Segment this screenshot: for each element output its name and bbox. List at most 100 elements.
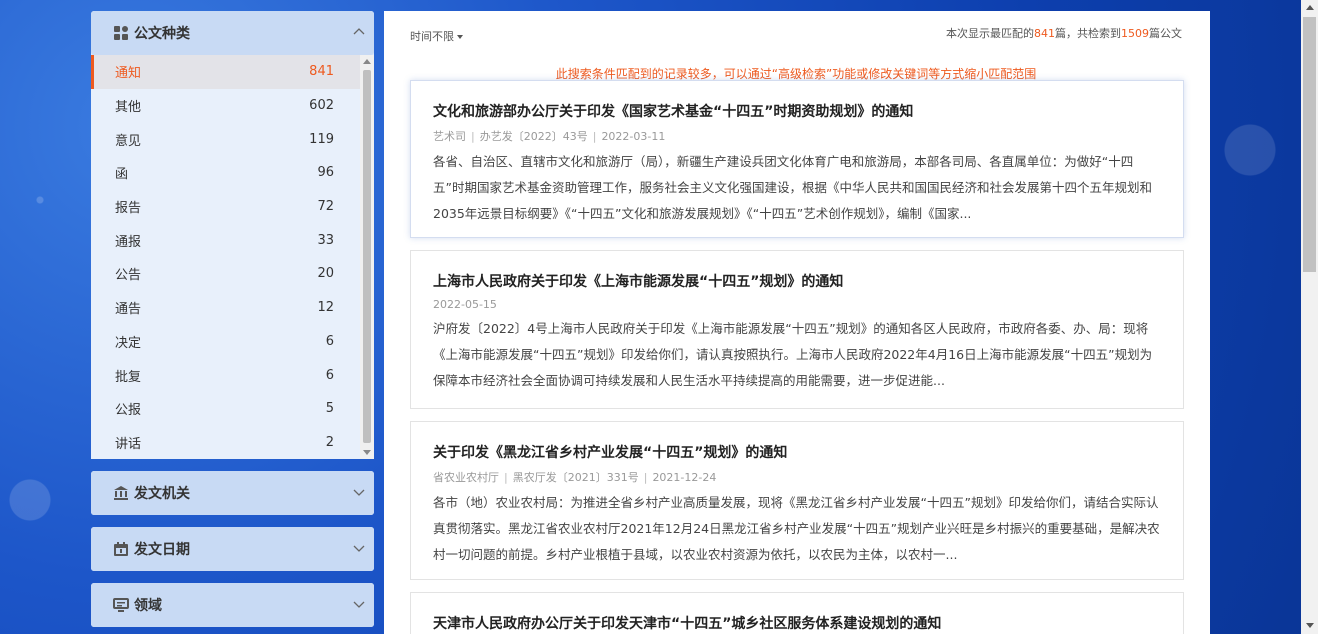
doc-type-panel: 公文种类 通知 841 其他 602 意见 119 函 96 报告 72 通报 33 公告 20 通告 12 决… [91, 11, 374, 459]
category-label: 通报 [115, 234, 142, 250]
category-count: 72 [317, 199, 334, 215]
result-title-link[interactable]: 天津市人民政府办公厅关于印发天津市“十四五”城乡社区服务体系建设规划的通知 [433, 613, 1161, 633]
scroll-up-icon[interactable] [1306, 5, 1314, 10]
category-count: 96 [317, 165, 334, 181]
category-item[interactable]: 通知 841 [91, 55, 374, 89]
shown-count: 841 [1034, 27, 1055, 40]
result-title-link[interactable]: 上海市人民政府关于印发《上海市能源发展“十四五”规划》的通知 [433, 271, 1161, 291]
doc-type-list: 通知 841 其他 602 意见 119 函 96 报告 72 通报 33 公告 20 通告 12 决定 6 批复 6… [91, 55, 374, 459]
result-card[interactable]: 关于印发《黑龙江省乡村产业发展“十四五”规划》的通知省农业农村厅 | 黑农厅发〔20… [410, 421, 1184, 580]
category-item[interactable]: 公报 5 [91, 392, 374, 426]
result-card[interactable]: 天津市人民政府办公厅关于印发天津市“十四五”城乡社区服务体系建设规划的通知 [410, 592, 1184, 634]
category-label: 决定 [115, 335, 142, 351]
field-header[interactable]: 领域 [91, 583, 374, 627]
scroll-up-icon[interactable] [363, 59, 371, 64]
time-filter-label: 时间不限 [410, 30, 454, 43]
result-meta: 2022-05-15 [433, 298, 1161, 311]
category-label: 公告 [115, 268, 142, 284]
category-label: 通知 [115, 66, 142, 82]
date-title: 发文日期 [134, 542, 190, 558]
meta-field: 2022-03-11 [601, 130, 666, 143]
monitor-icon [113, 597, 129, 613]
category-label: 讲话 [115, 436, 142, 452]
meta-field: 2022-05-15 [433, 298, 497, 311]
category-count: 5 [325, 401, 334, 417]
result-meta: 省农业农村厅 | 黑农厅发〔2021〕331号 | 2021-12-24 [433, 469, 1161, 485]
results-area: 时间不限 本次显示最匹配的841篇，共检索到1509篇公文 此搜索条件匹配到的记… [384, 11, 1210, 634]
time-filter-dropdown[interactable]: 时间不限 [410, 28, 463, 44]
field-title: 领域 [134, 598, 162, 614]
chevron-down-icon[interactable] [352, 597, 366, 611]
category-item[interactable]: 通告 12 [91, 291, 374, 325]
grid-icon [113, 25, 129, 41]
scroll-down-icon[interactable] [1306, 623, 1314, 628]
category-item[interactable]: 意见 119 [91, 122, 374, 156]
category-label: 其他 [115, 100, 142, 116]
page-scrollbar[interactable] [1301, 0, 1318, 634]
doc-type-title: 公文种类 [134, 26, 190, 42]
date-panel: 发文日期 [91, 527, 374, 571]
result-snippet: 各省、自治区、直辖市文化和旅游厅（局），新疆生产建设兵团文化体育广电和旅游局，本… [433, 154, 1152, 221]
issuer-header[interactable]: 发文机关 [91, 471, 374, 515]
category-label: 通告 [115, 302, 142, 318]
meta-field: 2021-12-24 [652, 471, 717, 484]
chevron-up-icon[interactable] [352, 25, 366, 39]
category-item[interactable]: 其他 602 [91, 89, 374, 123]
meta-field: 黑农厅发〔2021〕331号 [512, 471, 639, 484]
category-label: 函 [115, 167, 129, 183]
category-item[interactable]: 函 96 [91, 156, 374, 190]
chevron-down-icon[interactable] [352, 485, 366, 499]
meta-field: 省农业农村厅 [433, 471, 499, 484]
category-item[interactable]: 通报 33 [91, 223, 374, 257]
meta-field: 办艺发〔2022〕43号 [479, 130, 588, 143]
list-scrollbar[interactable] [360, 55, 374, 459]
building-icon [113, 485, 129, 501]
result-card[interactable]: 上海市人民政府关于印发《上海市能源发展“十四五”规划》的通知 2022-05-15… [410, 250, 1184, 409]
filter-sidebar: 公文种类 通知 841 其他 602 意见 119 函 96 报告 72 通报 33 公告 20 通告 12 决… [91, 11, 374, 634]
result-card[interactable]: 文化和旅游部办公厅关于印发《国家艺术基金“十四五”时期资助规划》的通知艺术司 | 办… [410, 80, 1184, 238]
meta-separator: | [643, 471, 648, 484]
chevron-down-icon[interactable] [352, 541, 366, 555]
category-label: 公报 [115, 403, 142, 419]
result-title-link[interactable]: 文化和旅游部办公厅关于印发《国家艺术基金“十四五”时期资助规划》的通知 [433, 101, 1161, 121]
category-count: 33 [317, 232, 334, 248]
issuer-title: 发文机关 [134, 486, 190, 502]
caret-down-icon [457, 35, 463, 39]
result-summary: 本次显示最匹配的841篇，共检索到1509篇公文 [946, 25, 1182, 41]
category-count: 20 [317, 266, 334, 282]
result-title-link[interactable]: 关于印发《黑龙江省乡村产业发展“十四五”规划》的通知 [433, 442, 1161, 462]
result-meta: 艺术司 | 办艺发〔2022〕43号 | 2022-03-11 [433, 128, 1161, 144]
doc-type-header[interactable]: 公文种类 [91, 11, 374, 55]
result-snippet: 沪府发〔2022〕4号上海市人民政府关于印发《上海市能源发展“十四五”规划》的通… [433, 321, 1153, 388]
meta-field: 艺术司 [433, 130, 466, 143]
category-count: 6 [325, 333, 334, 349]
category-label: 报告 [115, 201, 142, 217]
category-item[interactable]: 公告 20 [91, 257, 374, 291]
result-snippet: 各市（地）农业农村局：为推进全省乡村产业高质量发展，现将《黑龙江省乡村产业发展“… [433, 495, 1160, 562]
scroll-down-icon[interactable] [363, 450, 371, 455]
category-count: 6 [325, 367, 334, 383]
meta-separator: | [471, 130, 475, 143]
calendar-icon [113, 541, 129, 557]
category-item[interactable]: 决定 6 [91, 325, 374, 359]
summary-prefix: 本次显示最匹配的 [946, 27, 1034, 40]
field-panel: 领域 [91, 583, 374, 627]
category-count: 12 [317, 300, 334, 316]
meta-separator: | [504, 471, 508, 484]
category-count: 841 [309, 64, 334, 80]
category-item[interactable]: 批复 6 [91, 358, 374, 392]
category-label: 意见 [115, 133, 142, 149]
category-count: 602 [309, 98, 334, 114]
total-count: 1509 [1121, 27, 1149, 40]
scroll-thumb[interactable] [1303, 17, 1316, 272]
category-count: 119 [309, 131, 334, 147]
meta-separator: | [592, 130, 597, 143]
date-header[interactable]: 发文日期 [91, 527, 374, 571]
category-item[interactable]: 讲话 2 [91, 426, 374, 459]
summary-suffix: 篇公文 [1149, 27, 1182, 40]
scroll-thumb[interactable] [363, 70, 371, 443]
issuer-panel: 发文机关 [91, 471, 374, 515]
category-label: 批复 [115, 369, 142, 385]
category-item[interactable]: 报告 72 [91, 190, 374, 224]
summary-mid: 篇，共检索到 [1055, 27, 1121, 40]
